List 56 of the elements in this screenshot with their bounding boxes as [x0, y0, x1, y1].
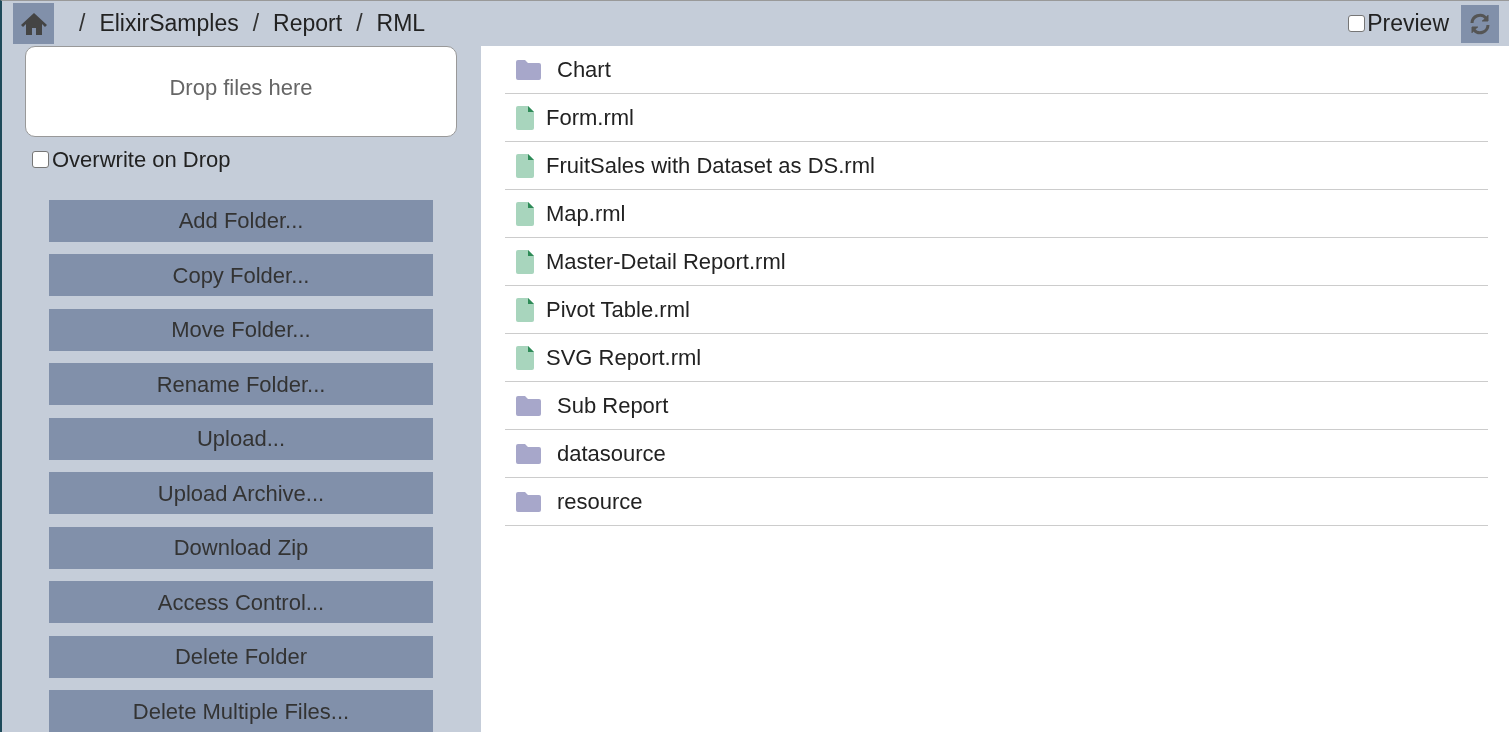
folder-icon	[516, 491, 541, 512]
action-button[interactable]: Download Zip	[49, 526, 433, 569]
preview-label: Preview	[1367, 9, 1449, 39]
file-name: SVG Report.rml	[546, 344, 702, 372]
checkbox[interactable]	[32, 150, 49, 168]
action-button[interactable]: Move Folder...	[49, 308, 433, 351]
checkbox[interactable]	[1348, 15, 1366, 32]
file-list-row[interactable]: SVG Report.rml	[505, 334, 1488, 382]
file-list-row[interactable]: Sub Report	[505, 382, 1488, 430]
file-list-row[interactable]: FruitSales with Dataset as DS.rml	[505, 142, 1488, 190]
file-icon	[516, 153, 534, 178]
action-button[interactable]: Access Control...	[49, 581, 433, 623]
file-list-row[interactable]: Chart	[505, 46, 1488, 94]
breadcrumb-separator: /	[355, 9, 364, 39]
file-icon	[516, 345, 534, 370]
file-icon	[516, 105, 534, 130]
folder-icon	[516, 395, 541, 416]
folder-icon	[516, 443, 541, 464]
action-button[interactable]: Copy Folder...	[49, 254, 433, 296]
action-button[interactable]: Delete Multiple Files...	[49, 690, 433, 732]
breadcrumb-link[interactable]: ElixirSamples	[99, 6, 239, 41]
breadcrumb-separator: /	[251, 9, 261, 39]
drop-zone-text: Drop files here	[169, 74, 313, 102]
breadcrumb-separator: /	[78, 9, 87, 39]
file-list-row[interactable]: Pivot Table.rml	[505, 286, 1488, 334]
file-name: Sub Report	[557, 392, 669, 420]
file-name: FruitSales with Dataset as DS.rml	[546, 152, 875, 180]
file-name: Master-Detail Report.rml	[546, 248, 786, 276]
file-name: resource	[557, 488, 643, 516]
file-list-row[interactable]: Master-Detail Report.rml	[505, 238, 1488, 286]
action-button[interactable]: Rename Folder...	[49, 363, 433, 405]
action-button[interactable]: Upload...	[49, 417, 433, 460]
file-list-row[interactable]: datasource	[505, 430, 1488, 478]
file-list-row[interactable]: resource	[505, 478, 1488, 526]
file-icon	[516, 249, 534, 274]
breadcrumb-link[interactable]: RML	[376, 6, 426, 41]
drop-zone[interactable]: Drop files here	[25, 46, 457, 137]
action-button[interactable]: Add Folder...	[49, 199, 433, 242]
home-button[interactable]	[13, 3, 54, 44]
refresh-icon	[1468, 11, 1492, 36]
refresh-button[interactable]	[1461, 4, 1499, 43]
file-icon	[516, 201, 534, 226]
breadcrumb-link[interactable]: Report	[273, 6, 343, 41]
file-name: Form.rml	[546, 104, 634, 132]
folder-icon	[516, 59, 541, 80]
file-icon	[516, 297, 534, 322]
file-name: Pivot Table.rml	[546, 296, 690, 324]
action-button[interactable]: Delete Folder	[49, 635, 433, 678]
home-icon	[19, 11, 48, 36]
overwrite-label: Overwrite on Drop	[52, 145, 231, 174]
file-list-row[interactable]: Form.rml	[505, 94, 1488, 142]
action-button[interactable]: Upload Archive...	[49, 472, 433, 514]
file-name: Chart	[557, 56, 611, 84]
file-list-row[interactable]: Map.rml	[505, 190, 1488, 238]
file-name: Map.rml	[546, 200, 626, 228]
file-name: datasource	[557, 440, 666, 468]
